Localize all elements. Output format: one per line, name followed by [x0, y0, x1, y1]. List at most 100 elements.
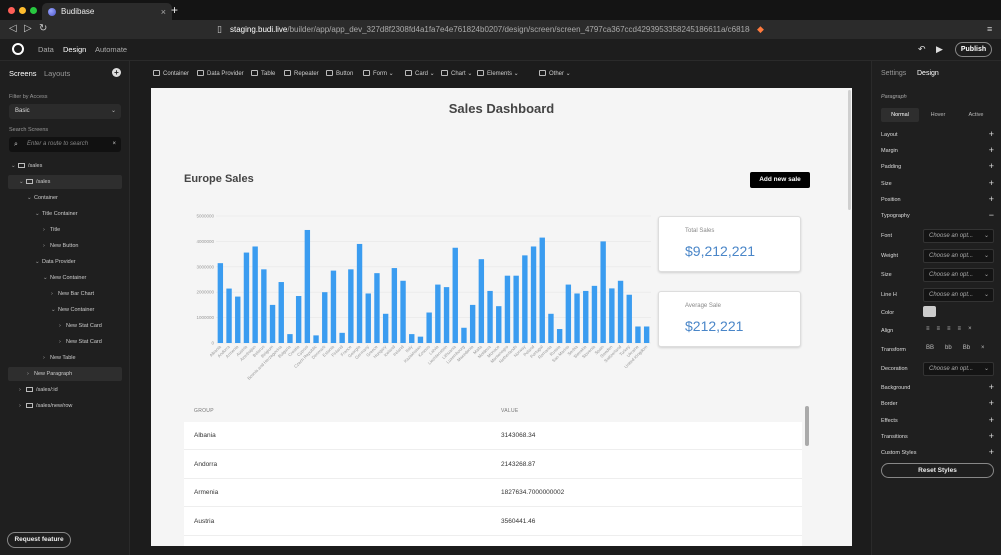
bar[interactable]	[356, 243, 363, 343]
maximize-window-icon[interactable]	[30, 7, 37, 14]
tree-chevron-icon[interactable]: ⌄	[27, 191, 34, 205]
state-normal[interactable]: Normal	[881, 108, 919, 122]
tree-chevron-icon[interactable]: ›	[43, 239, 50, 253]
tree-item[interactable]: ⌄ Container	[0, 191, 130, 205]
collapse-icon[interactable]: −	[989, 210, 994, 221]
weight-select[interactable]: Choose an opt... ⌄	[923, 249, 994, 263]
tree-chevron-icon[interactable]: ⌄	[11, 159, 18, 173]
bar[interactable]	[548, 313, 554, 343]
bar[interactable]	[617, 280, 624, 343]
bar[interactable]	[339, 332, 345, 343]
tree-item[interactable]: ⌄ Title Container	[0, 207, 130, 221]
component-form-button[interactable]: Form ⌄	[363, 70, 394, 77]
line-height-select[interactable]: Choose an opt... ⌄	[923, 288, 994, 302]
bar[interactable]	[435, 284, 441, 343]
tree-item[interactable]: › New Stat Card	[0, 335, 130, 349]
bar[interactable]	[417, 336, 424, 343]
bar[interactable]	[217, 263, 224, 343]
component-elements-button[interactable]: Elements ⌄	[477, 70, 519, 77]
bar[interactable]	[600, 241, 606, 343]
component-button-button[interactable]: Button	[326, 70, 353, 77]
bar[interactable]	[487, 290, 493, 343]
bar[interactable]	[278, 282, 284, 343]
col-header-value[interactable]: VALUE	[501, 408, 519, 414]
request-feature-button[interactable]: Request feature	[7, 532, 71, 548]
tree-item[interactable]: › New Bar Chart	[0, 287, 130, 301]
bar[interactable]	[374, 273, 380, 343]
bar[interactable]	[539, 237, 545, 343]
section-size[interactable]: Size +	[881, 178, 994, 190]
align-left-icon[interactable]: ≡	[926, 326, 930, 336]
align-clear-icon[interactable]: ×	[968, 326, 972, 336]
tree-chevron-icon[interactable]: ⌄	[35, 207, 42, 221]
align-right-icon[interactable]: ≡	[947, 326, 951, 336]
tree-item[interactable]: › /sales/new/row	[0, 399, 130, 413]
bar[interactable]	[409, 334, 415, 343]
tab-design[interactable]: Design	[917, 70, 939, 77]
bar[interactable]	[226, 288, 232, 343]
section-position[interactable]: Position +	[881, 194, 994, 206]
nav-automate[interactable]: Automate	[95, 45, 127, 54]
font-select[interactable]: Choose an opt... ⌄	[923, 229, 994, 243]
tree-chevron-icon[interactable]: ›	[27, 367, 34, 381]
forward-icon[interactable]: ▷	[24, 23, 32, 34]
expand-plus-icon[interactable]: +	[989, 145, 994, 156]
clear-search-icon[interactable]: ×	[112, 137, 116, 152]
revert-icon[interactable]: ↶	[918, 44, 926, 55]
bar[interactable]	[365, 293, 371, 343]
back-icon[interactable]: ◁	[9, 23, 17, 34]
table-row[interactable]: Albania 3143068.34	[184, 422, 802, 450]
tree-chevron-icon[interactable]: ›	[51, 287, 58, 301]
tab-layouts[interactable]: Layouts	[44, 69, 70, 78]
size-select[interactable]: Choose an opt... ⌄	[923, 268, 994, 282]
color-swatch[interactable]	[923, 306, 936, 317]
bar[interactable]	[461, 327, 467, 343]
section-border[interactable]: Border +	[881, 398, 994, 410]
bar[interactable]	[382, 313, 389, 343]
tree-item[interactable]: ⌄ /sales	[8, 175, 122, 189]
component-card-button[interactable]: Card ⌄	[405, 70, 435, 77]
bar[interactable]	[295, 296, 302, 343]
bar[interactable]	[565, 284, 572, 343]
bar[interactable]	[287, 334, 293, 343]
section-layout[interactable]: Layout +	[881, 129, 994, 141]
tree-item[interactable]: › Title	[0, 223, 130, 237]
bar[interactable]	[513, 275, 519, 343]
expand-plus-icon[interactable]: +	[989, 129, 994, 140]
expand-plus-icon[interactable]: +	[989, 447, 994, 458]
bar[interactable]	[252, 246, 258, 343]
bar[interactable]	[235, 296, 241, 343]
col-header-group[interactable]: GROUP	[194, 408, 214, 414]
component-repeater-button[interactable]: Repeater	[284, 70, 319, 77]
state-hover[interactable]: Hover	[919, 108, 957, 122]
tree-chevron-icon[interactable]: ›	[59, 335, 66, 349]
state-active[interactable]: Active	[957, 108, 995, 122]
expand-plus-icon[interactable]: +	[989, 431, 994, 442]
bar[interactable]	[574, 293, 580, 343]
minimize-window-icon[interactable]	[19, 7, 26, 14]
bar[interactable]	[583, 290, 589, 343]
section-custom-styles[interactable]: Custom Styles +	[881, 447, 994, 459]
new-tab-button[interactable]: +	[171, 4, 178, 16]
bar[interactable]	[522, 255, 528, 343]
tree-item[interactable]: ⌄ /sales	[0, 159, 130, 173]
transform-uppercase[interactable]: BB	[926, 345, 934, 355]
tree-item[interactable]: › /sales/:id	[0, 383, 130, 397]
tree-item[interactable]: › New Stat Card	[0, 319, 130, 333]
canvas-scrollbar[interactable]	[848, 90, 851, 210]
table-scrollbar[interactable]	[805, 406, 809, 446]
browser-menu-icon[interactable]: ≡	[987, 24, 992, 34]
browser-tab[interactable]: Budibase ×	[42, 3, 172, 20]
add-new-sale-button[interactable]: Add new sale	[750, 172, 810, 188]
expand-plus-icon[interactable]: +	[989, 398, 994, 409]
tree-chevron-icon[interactable]: ›	[43, 351, 50, 365]
preview-play-icon[interactable]: ▶	[936, 44, 943, 55]
transform-clear-icon[interactable]: ×	[981, 345, 985, 355]
tab-screens[interactable]: Screens	[9, 69, 37, 78]
bar[interactable]	[426, 312, 432, 343]
bar[interactable]	[400, 280, 406, 343]
bar[interactable]	[643, 326, 650, 343]
transform-lowercase[interactable]: bb	[945, 345, 952, 355]
bar[interactable]	[635, 326, 641, 343]
decoration-select[interactable]: Choose an opt... ⌄	[923, 362, 994, 376]
